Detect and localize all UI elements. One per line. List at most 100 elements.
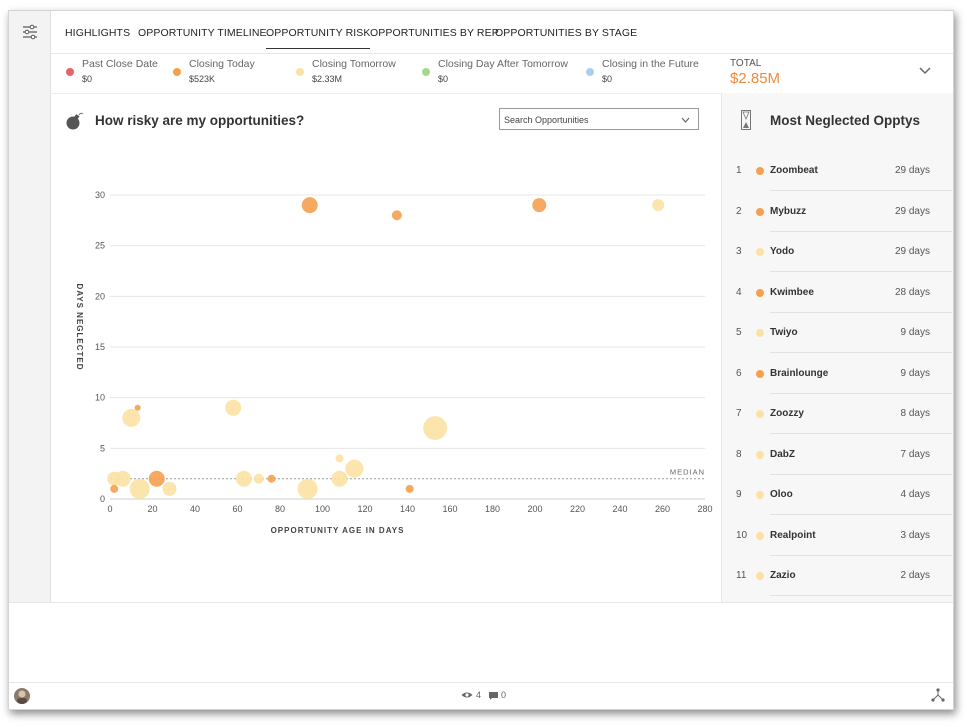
y-tick-label: 5: [100, 443, 105, 453]
legend-past-close-date[interactable]: Past Close Date $0: [66, 58, 158, 84]
item-days: 2 days: [900, 570, 930, 581]
legend-label: Closing in the Future: [602, 58, 699, 70]
data-point[interactable]: [122, 408, 141, 427]
item-name: Oloo: [770, 489, 793, 500]
item-rank: 10: [736, 529, 748, 541]
list-item[interactable]: 3 Yodo 29 days: [722, 232, 953, 272]
risk-scatter-chart: 0 5 10 15 20 25 30 0 20 40 60 80 100 120 140 160 180 200 2…: [75, 190, 713, 535]
legend-label: Closing Tomorrow: [312, 58, 396, 70]
data-point[interactable]: [405, 484, 414, 493]
chart-panel: 0 5 10 15 20 25 30 0 20 40 60 80 100 120 140 160 180 200 2…: [50, 93, 721, 602]
data-point[interactable]: [235, 470, 252, 487]
tab-opportunity-timeline[interactable]: OPPORTUNITY TIMELINE: [138, 27, 267, 39]
item-days: 9 days: [900, 367, 930, 379]
legend-dot: [173, 68, 181, 76]
tab-bar: HIGHLIGHTS OPPORTUNITY TIMELINE OPPORTUN…: [50, 11, 953, 54]
list-item[interactable]: 11 Zazio 2 days: [722, 556, 953, 596]
data-point[interactable]: [267, 474, 276, 483]
tab-opportunities-by-stage[interactable]: OPPORTUNITIES BY STAGE: [495, 27, 637, 39]
data-point[interactable]: [148, 470, 165, 487]
legend-label: Closing Day After Tomorrow: [438, 58, 568, 70]
status-dot: [756, 572, 764, 580]
legend-dot: [422, 68, 430, 76]
data-point[interactable]: [253, 473, 264, 484]
legend-label: Closing Today: [189, 58, 255, 70]
item-days: 29 days: [894, 205, 930, 217]
legend-bar: Past Close Date $0 Closing Today $523K C…: [50, 53, 953, 94]
legend-closing-in-the-future[interactable]: Closing in the Future $0: [586, 58, 699, 84]
item-name: DabZ: [770, 448, 795, 460]
item-days: 29 days: [894, 246, 930, 257]
item-rank: 9: [736, 489, 742, 500]
status-dot: [756, 167, 764, 175]
chevron-down-icon[interactable]: [919, 67, 931, 75]
legend-value: $523K: [189, 74, 216, 84]
x-tick-label: 260: [655, 504, 670, 514]
x-tick-label: 180: [485, 504, 500, 514]
x-tick-label: 0: [107, 504, 112, 514]
avatar[interactable]: [14, 688, 30, 704]
list-item[interactable]: 10 Realpoint 3 days: [722, 516, 953, 556]
row-divider: [770, 595, 952, 596]
legend-dot: [66, 68, 74, 76]
status-dot: [756, 248, 764, 256]
status-dot: [756, 288, 764, 297]
share-network-icon[interactable]: [931, 688, 945, 702]
data-point[interactable]: [335, 454, 344, 463]
footer-bar: 4 0: [9, 682, 953, 709]
list-item[interactable]: 4 Kwimbee 28 days: [722, 273, 953, 313]
data-point[interactable]: [162, 481, 177, 496]
legend-value: $0: [82, 74, 93, 84]
tab-opportunity-risk[interactable]: OPPORTUNITY RISK: [266, 27, 371, 49]
search-opportunities-select[interactable]: Search Opportunities: [499, 108, 699, 130]
data-point[interactable]: [110, 484, 119, 493]
item-rank: 6: [736, 367, 742, 379]
comment-icon[interactable]: [489, 692, 498, 700]
item-rank: 7: [736, 408, 742, 419]
x-tick-label: 120: [357, 504, 372, 514]
data-point[interactable]: [345, 459, 364, 478]
x-tick-label: 80: [275, 504, 285, 514]
data-point[interactable]: [331, 470, 348, 487]
legend-closing-day-after-tomorrow[interactable]: Closing Day After Tomorrow $0: [422, 58, 568, 84]
status-dot: [756, 531, 764, 540]
list-item[interactable]: 5 Twiyo 9 days: [722, 313, 953, 353]
data-point[interactable]: [423, 416, 448, 441]
item-days: 7 days: [900, 448, 930, 460]
x-tick-label: 40: [190, 504, 200, 514]
item-name: Brainlounge: [770, 367, 829, 379]
item-rank: 11: [736, 570, 747, 581]
list-item[interactable]: 1 Zoombeat 29 days: [722, 151, 953, 191]
item-name: Kwimbee: [770, 286, 814, 298]
data-point[interactable]: [391, 210, 402, 221]
item-days: 29 days: [894, 165, 930, 176]
data-point[interactable]: [652, 199, 665, 212]
legend-closing-tomorrow[interactable]: Closing Tomorrow $2.33M: [296, 58, 396, 84]
legend-closing-today[interactable]: Closing Today $523K: [173, 58, 255, 84]
y-axis-label: DAYS NEGLECTED: [75, 283, 84, 370]
item-rank: 2: [736, 205, 742, 217]
status-dot: [756, 369, 764, 378]
data-point[interactable]: [129, 478, 150, 499]
legend-value: $0: [438, 74, 449, 84]
list-item[interactable]: 8 DabZ 7 days: [722, 435, 953, 475]
item-name: Zoombeat: [770, 165, 818, 176]
data-point[interactable]: [301, 197, 318, 214]
views-count: 4: [476, 690, 482, 700]
tab-highlights[interactable]: HIGHLIGHTS: [65, 27, 130, 39]
filter-settings-icon[interactable]: [22, 24, 38, 40]
x-tick-label: 240: [612, 504, 627, 514]
list-item[interactable]: 7 Zoozzy 8 days: [722, 394, 953, 434]
data-point[interactable]: [134, 404, 141, 411]
list-item[interactable]: 6 Brainlounge 9 days: [722, 354, 953, 394]
list-item[interactable]: 9 Oloo 4 days: [722, 475, 953, 515]
tab-opportunities-by-rep[interactable]: OPPORTUNITIES BY REP: [370, 27, 499, 39]
legend-dot: [296, 68, 304, 76]
data-point[interactable]: [297, 478, 318, 499]
data-point[interactable]: [532, 198, 547, 213]
status-dot: [756, 207, 764, 216]
data-point[interactable]: [225, 399, 242, 416]
data-point[interactable]: [114, 470, 131, 487]
list-item[interactable]: 2 Mybuzz 29 days: [722, 192, 953, 232]
item-name: Twiyo: [770, 327, 798, 338]
